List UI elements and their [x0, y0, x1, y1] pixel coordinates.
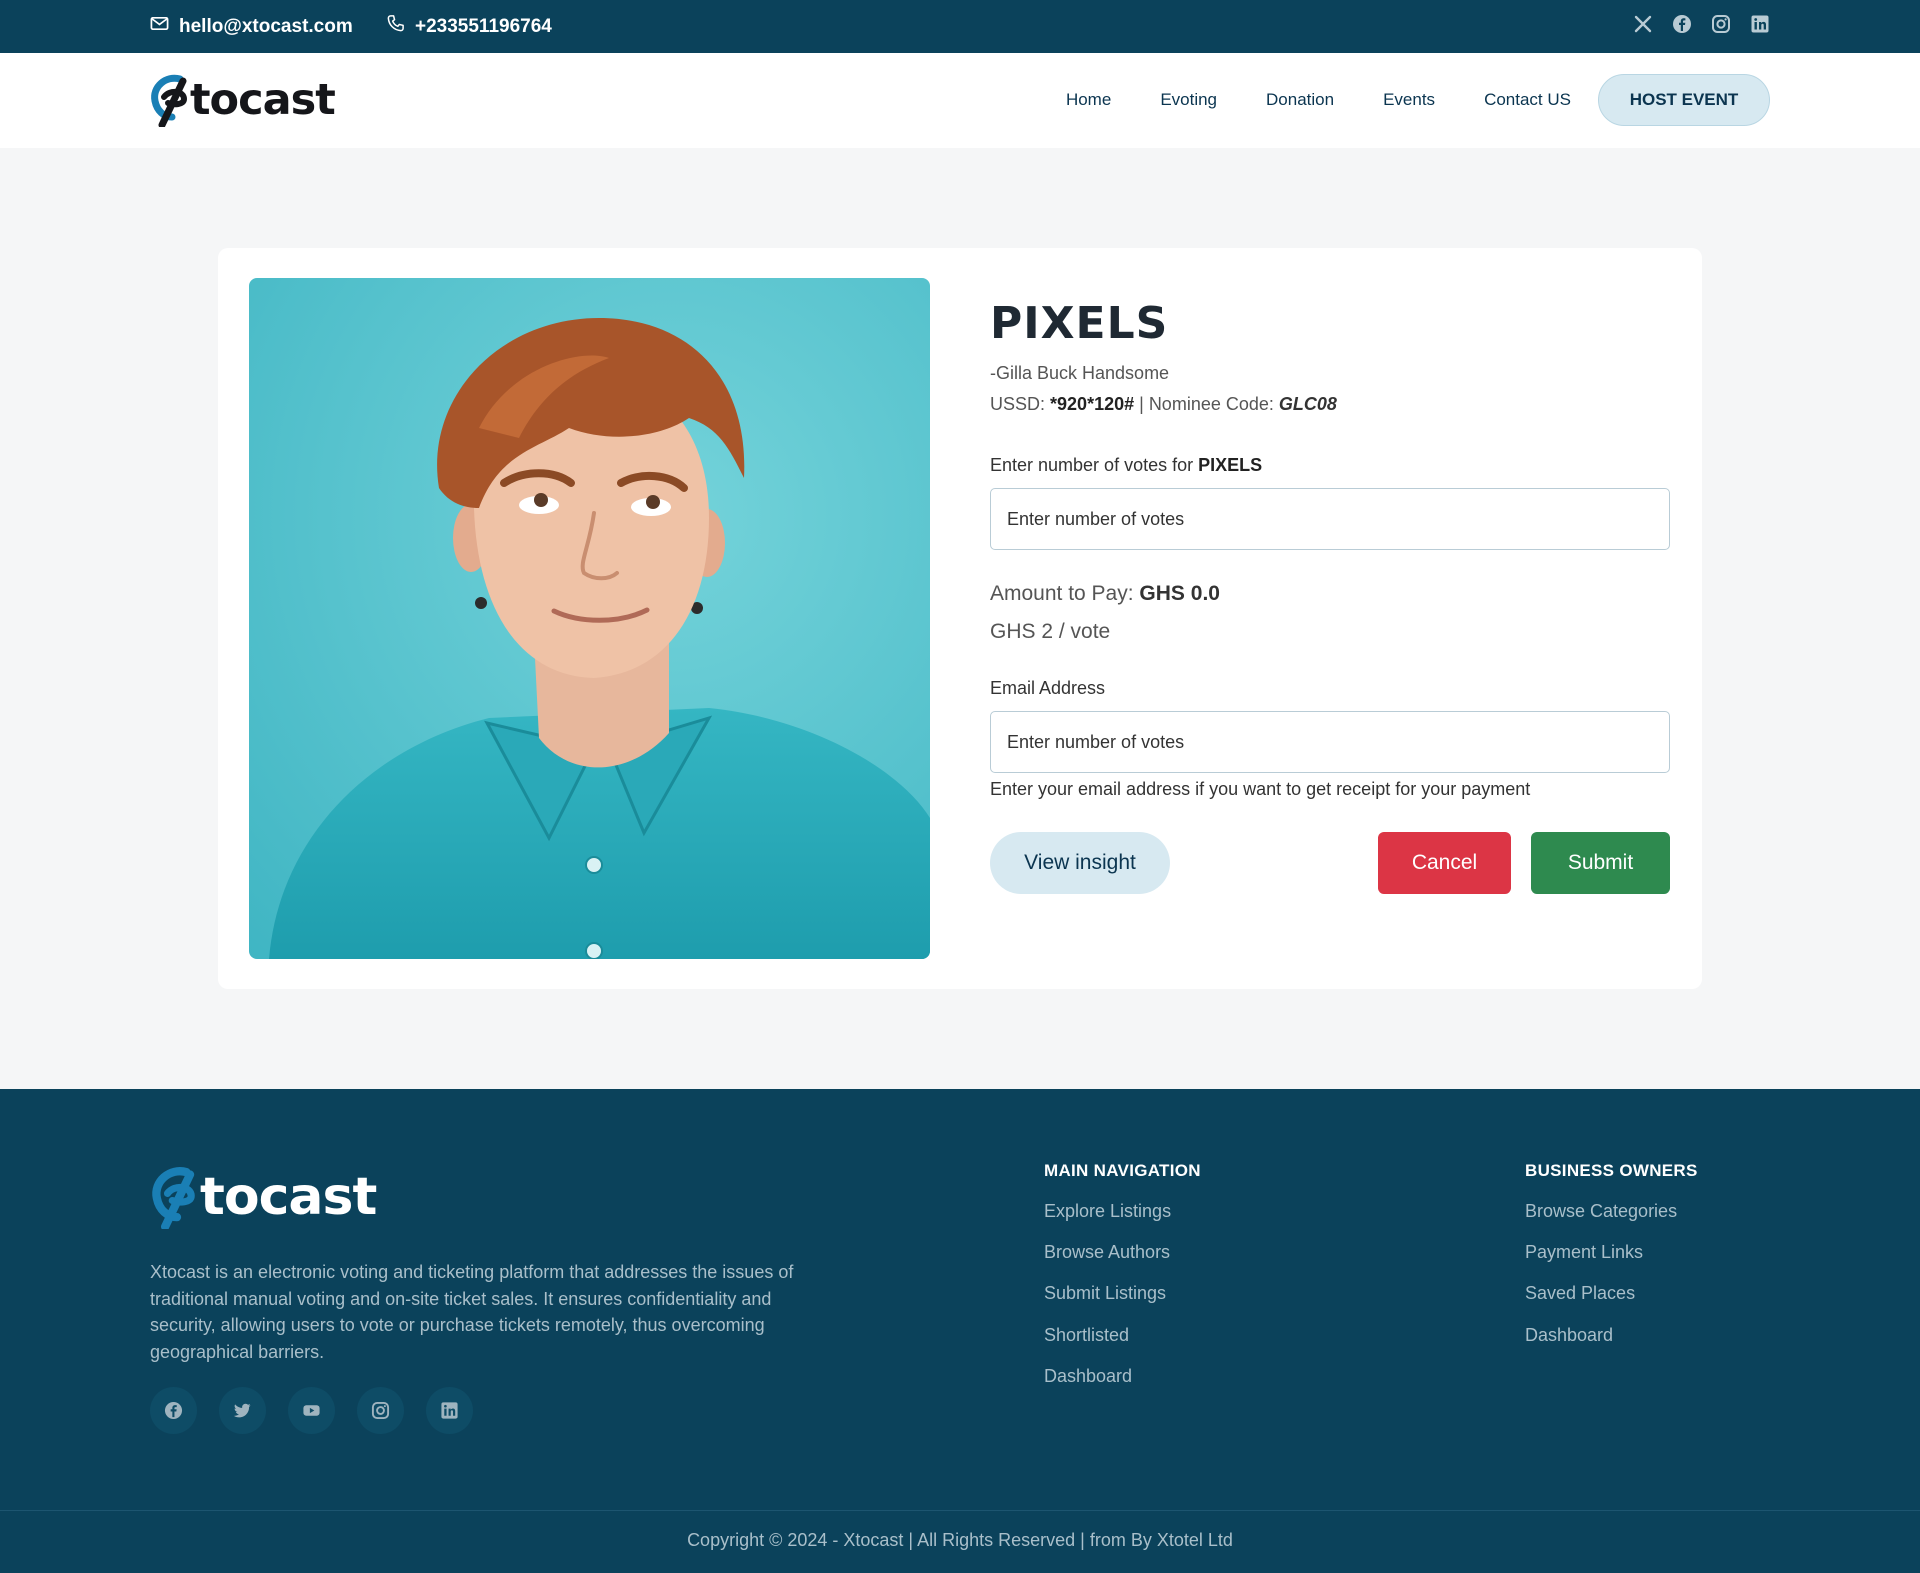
nominee-photo [249, 278, 930, 959]
logo-wordmark: tocast [190, 75, 336, 125]
amount-label: Amount to Pay: [990, 582, 1134, 605]
code-separator: | [1134, 394, 1149, 414]
footer-divider [0, 1510, 1920, 1511]
twitter-icon[interactable] [219, 1387, 266, 1434]
nominee-category: -Gilla Buck Handsome [990, 363, 1170, 383]
nav-home[interactable]: Home [1066, 90, 1111, 110]
mail-icon [150, 14, 169, 39]
nominee-code: GLC08 [1278, 394, 1337, 414]
votes-label-name: PIXELS [1198, 455, 1263, 475]
nav-evoting[interactable]: Evoting [1160, 90, 1217, 110]
form-actions: View insight Cancel Submit [990, 832, 1670, 894]
ussd-label: USSD: [990, 394, 1046, 414]
view-insight-button[interactable]: View insight [990, 832, 1170, 894]
youtube-icon[interactable] [288, 1387, 335, 1434]
amount-value: GHS 0.0 [1139, 582, 1220, 605]
email-input[interactable]: Enter number of votes [990, 711, 1670, 773]
logo-wordmark: tocast [200, 1167, 377, 1227]
price-per-vote: GHS 2 / vote [990, 620, 1111, 643]
nominee-code-label: Nominee Code: [1148, 394, 1274, 414]
footer-link-submit-listings[interactable]: Submit Listings [1044, 1273, 1201, 1314]
footer-about: Xtocast is an electronic voting and tick… [150, 1262, 794, 1362]
email-contact[interactable]: hello@xtocast.com [150, 14, 353, 39]
linkedin-icon[interactable] [1750, 14, 1770, 34]
x-icon[interactable] [1633, 14, 1653, 34]
facebook-icon[interactable] [1672, 14, 1692, 34]
ussd-code: *920*120# [1050, 394, 1135, 414]
top-social-links [1633, 14, 1770, 34]
footer-link-shortlisted[interactable]: Shortlisted [1044, 1315, 1201, 1356]
nav-events[interactable]: Events [1383, 90, 1435, 110]
linkedin-icon[interactable] [426, 1387, 473, 1434]
footer-link-saved-places[interactable]: Saved Places [1525, 1273, 1698, 1314]
instagram-icon[interactable] [357, 1387, 404, 1434]
footer-business-owners: BUSINESS OWNERS Browse Categories Paymen… [1525, 1161, 1698, 1362]
submit-button[interactable]: Submit [1531, 832, 1670, 894]
site-footer: tocast Xtocast is an electronic voting a… [0, 1089, 1920, 1573]
main-nav: Home Evoting Donation Events Contact US … [1066, 74, 1770, 126]
footer-link-payment-links[interactable]: Payment Links [1525, 1232, 1698, 1273]
amount-to-pay: Amount to Pay: GHS 0.0 [990, 582, 1670, 606]
email-hint: Enter your email address if you want to … [990, 779, 1531, 799]
nominee-name: PIXELS [990, 298, 1169, 349]
email-input-placeholder: Enter number of votes [1007, 731, 1185, 752]
phone-contact[interactable]: +233551196764 [386, 14, 552, 39]
cancel-button[interactable]: Cancel [1378, 832, 1511, 894]
votes-label: Enter number of votes for PIXELS [990, 455, 1670, 476]
footer-link-dashboard[interactable]: Dashboard [1044, 1356, 1201, 1397]
site-header: tocast Home Evoting Donation Events Cont… [0, 53, 1920, 148]
top-bar: hello@xtocast.com +233551196764 [0, 0, 1920, 53]
footer-link-explore-listings[interactable]: Explore Listings [1044, 1191, 1201, 1232]
footer-link-browse-authors[interactable]: Browse Authors [1044, 1232, 1201, 1273]
nav-donation[interactable]: Donation [1266, 90, 1334, 110]
header-logo[interactable]: tocast [150, 73, 336, 129]
host-event-button[interactable]: HOST EVENT [1598, 74, 1770, 126]
footer-social-links [150, 1387, 473, 1434]
xtocast-logo-mark [150, 73, 194, 129]
footer-main-navigation: MAIN NAVIGATION Explore Listings Browse … [1044, 1161, 1201, 1403]
footer-col-title: MAIN NAVIGATION [1044, 1161, 1201, 1180]
votes-label-text: Enter number of votes for [990, 455, 1194, 475]
xtocast-logo-mark [150, 1165, 204, 1231]
nominee-codes: USSD: *920*120# | Nominee Code: GLC08 [990, 394, 1670, 415]
footer-col-title: BUSINESS OWNERS [1525, 1161, 1698, 1180]
email-label: Email Address [990, 678, 1106, 698]
copyright: Copyright © 2024 - Xtocast | All Rights … [687, 1530, 1233, 1550]
votes-input[interactable]: Enter number of votes [990, 488, 1670, 550]
vote-form: PIXELS -Gilla Buck Handsome USSD: *920*1… [990, 298, 1670, 894]
instagram-icon[interactable] [1711, 14, 1731, 34]
vote-card: PIXELS -Gilla Buck Handsome USSD: *920*1… [218, 248, 1702, 989]
votes-input-placeholder: Enter number of votes [1007, 508, 1185, 529]
footer-logo[interactable]: tocast [150, 1165, 377, 1231]
phone-text: +233551196764 [415, 15, 552, 37]
nav-contact[interactable]: Contact US [1484, 90, 1571, 110]
facebook-icon[interactable] [150, 1387, 197, 1434]
footer-link-dashboard[interactable]: Dashboard [1525, 1315, 1698, 1356]
footer-link-browse-categories[interactable]: Browse Categories [1525, 1191, 1698, 1232]
phone-icon [386, 14, 405, 39]
email-text: hello@xtocast.com [179, 15, 353, 37]
